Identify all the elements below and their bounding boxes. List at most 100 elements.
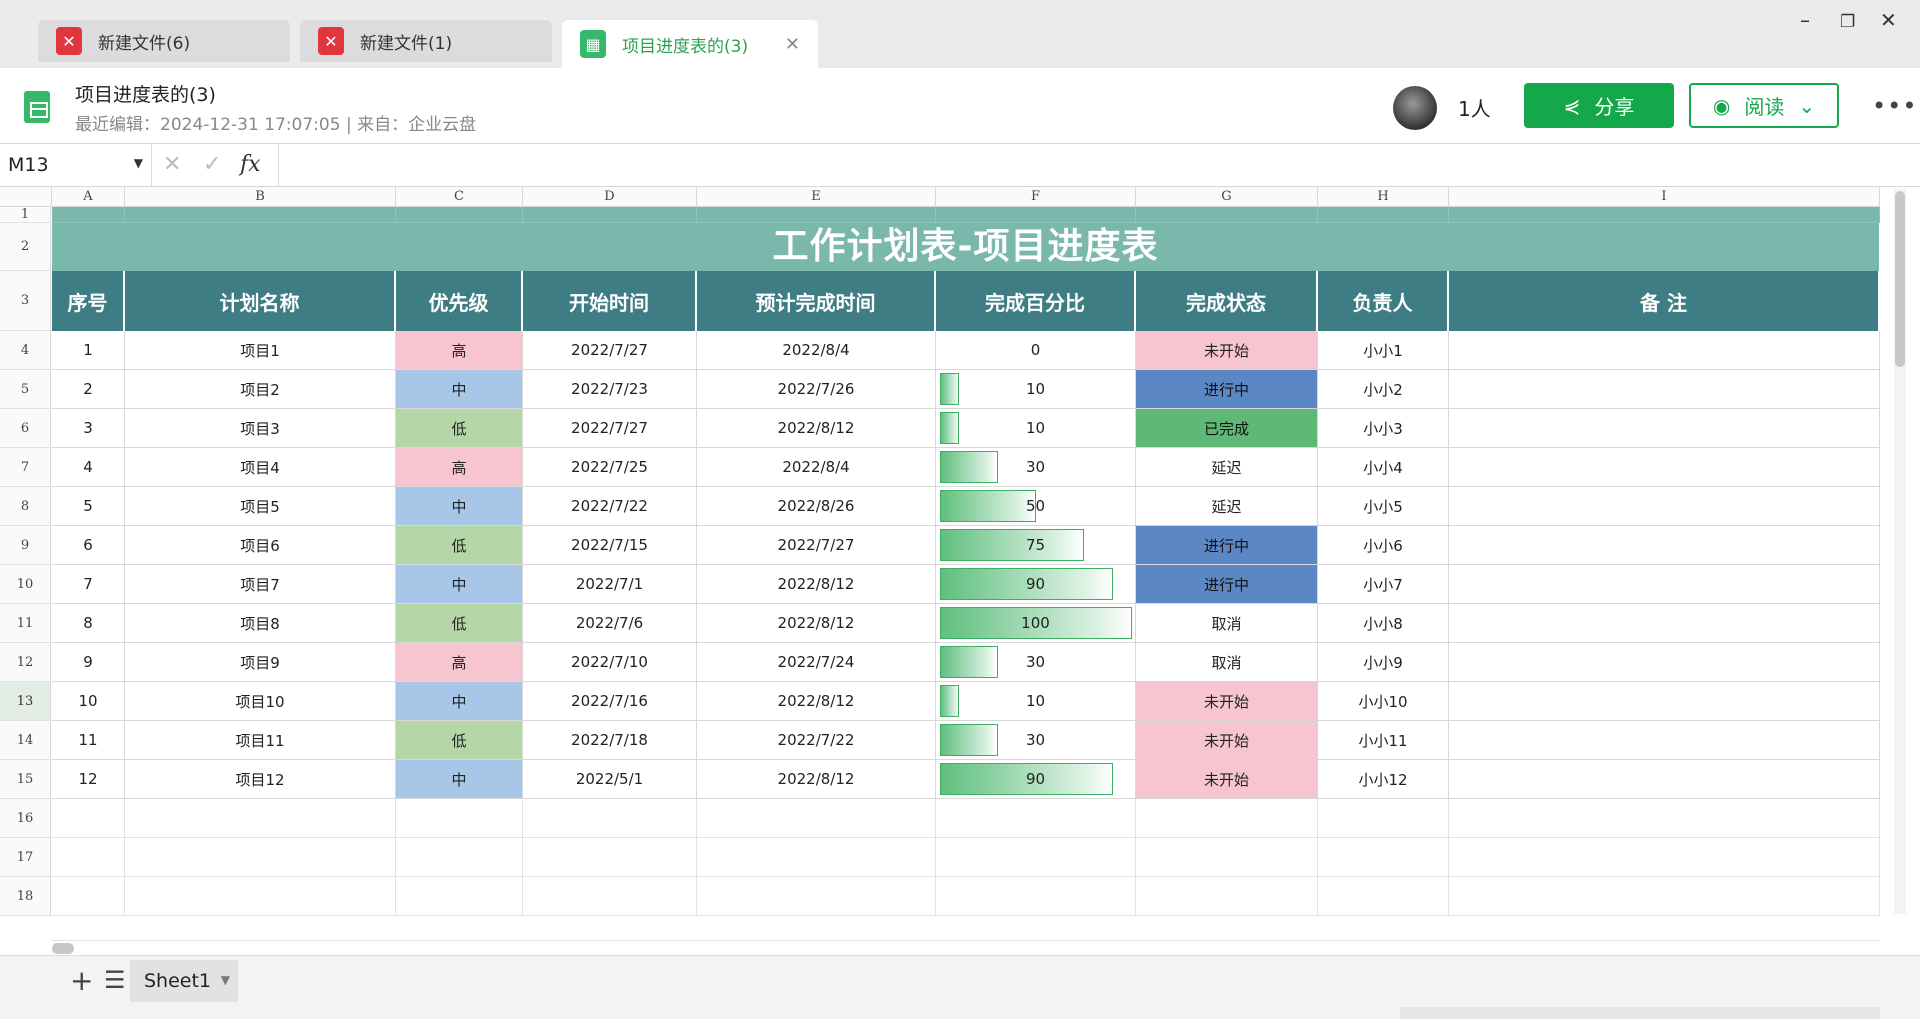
table-cell-start[interactable]: 2022/7/27 [523, 331, 697, 370]
table-cell-priority[interactable]: 中 [396, 370, 523, 409]
sheet-list-icon[interactable]: ☰ [104, 966, 126, 994]
table-cell-start[interactable]: 2022/7/18 [523, 721, 697, 760]
cell[interactable] [1449, 207, 1880, 223]
table-cell-end[interactable]: 2022/7/24 [697, 643, 936, 682]
restore-icon[interactable]: ❐ [1840, 12, 1855, 32]
spreadsheet-grid[interactable]: A B C D E F G H I 1 2 3 4 5 6 7 8 9 10 11 12 13 14 15 16 17 18 工作计划… [0, 187, 1880, 955]
tab-file-2[interactable]: ✕ 新建文件(1) [300, 20, 552, 62]
table-cell-priority[interactable]: 低 [396, 409, 523, 448]
cell[interactable] [1449, 838, 1880, 877]
table-cell-no[interactable]: 2 [52, 370, 125, 409]
table-cell-pct[interactable]: 30 [936, 448, 1136, 487]
table-cell-note[interactable] [1449, 526, 1880, 565]
table-cell-owner[interactable]: 小小9 [1318, 643, 1449, 682]
scroll-thumb[interactable] [52, 943, 74, 954]
cell[interactable] [697, 838, 936, 877]
row-header[interactable]: 5 [0, 370, 51, 409]
table-cell-pct[interactable]: 10 [936, 370, 1136, 409]
avatar[interactable] [1393, 86, 1437, 130]
more-icon[interactable]: ••• [1872, 92, 1917, 120]
table-cell-end[interactable]: 2022/8/4 [697, 448, 936, 487]
row-header[interactable]: 8 [0, 487, 51, 526]
table-cell-owner[interactable]: 小小11 [1318, 721, 1449, 760]
table-cell-status[interactable]: 延迟 [1136, 487, 1318, 526]
cell[interactable] [396, 877, 523, 916]
table-cell-pct[interactable]: 10 [936, 409, 1136, 448]
table-cell-no[interactable]: 4 [52, 448, 125, 487]
table-cell-name[interactable]: 项目10 [125, 682, 396, 721]
table-cell-status[interactable]: 取消 [1136, 604, 1318, 643]
column-header[interactable]: D [523, 187, 697, 207]
cell[interactable] [1449, 799, 1880, 838]
table-cell-no[interactable]: 9 [52, 643, 125, 682]
column-title[interactable]: 完成百分比 [936, 271, 1136, 331]
column-header[interactable]: E [697, 187, 936, 207]
table-cell-start[interactable]: 2022/7/22 [523, 487, 697, 526]
chevron-down-icon[interactable]: ▼ [134, 156, 143, 170]
row-header[interactable]: 4 [0, 331, 51, 370]
table-cell-pct[interactable]: 30 [936, 721, 1136, 760]
cell[interactable] [52, 207, 125, 223]
row-header[interactable]: 12 [0, 643, 51, 682]
table-cell-name[interactable]: 项目12 [125, 760, 396, 799]
horizontal-scrollbar[interactable] [52, 940, 1880, 955]
cell[interactable] [1318, 838, 1449, 877]
cell[interactable] [52, 799, 125, 838]
column-header[interactable]: F [936, 187, 1136, 207]
table-cell-note[interactable] [1449, 760, 1880, 799]
table-cell-note[interactable] [1449, 604, 1880, 643]
column-title[interactable]: 预计完成时间 [697, 271, 936, 331]
table-cell-note[interactable] [1449, 643, 1880, 682]
vertical-scrollbar[interactable] [1880, 187, 1920, 955]
cell[interactable] [1449, 877, 1880, 916]
cancel-icon[interactable]: ✕ [163, 152, 181, 177]
table-cell-name[interactable]: 项目9 [125, 643, 396, 682]
table-cell-note[interactable] [1449, 448, 1880, 487]
cell[interactable] [125, 838, 396, 877]
cell[interactable] [523, 207, 697, 223]
row-header[interactable]: 3 [0, 271, 51, 331]
table-cell-owner[interactable]: 小小7 [1318, 565, 1449, 604]
table-cell-note[interactable] [1449, 370, 1880, 409]
row-header[interactable]: 7 [0, 448, 51, 487]
table-cell-start[interactable]: 2022/7/10 [523, 643, 697, 682]
cell[interactable] [125, 877, 396, 916]
cell[interactable] [52, 838, 125, 877]
table-cell-start[interactable]: 2022/5/1 [523, 760, 697, 799]
table-cell-priority[interactable]: 中 [396, 487, 523, 526]
table-cell-end[interactable]: 2022/8/12 [697, 565, 936, 604]
table-cell-note[interactable] [1449, 721, 1880, 760]
cell[interactable] [1318, 877, 1449, 916]
table-cell-start[interactable]: 2022/7/1 [523, 565, 697, 604]
tab-file-1[interactable]: ✕ 新建文件(6) [38, 20, 290, 62]
table-cell-no[interactable]: 10 [52, 682, 125, 721]
column-title[interactable]: 备 注 [1449, 271, 1880, 331]
cell[interactable] [936, 799, 1136, 838]
row-header[interactable]: 14 [0, 721, 51, 760]
row-header[interactable]: 10 [0, 565, 51, 604]
table-cell-name[interactable]: 项目3 [125, 409, 396, 448]
cell[interactable] [1136, 799, 1318, 838]
table-cell-no[interactable]: 5 [52, 487, 125, 526]
column-title[interactable]: 负责人 [1318, 271, 1449, 331]
cell[interactable] [1136, 877, 1318, 916]
table-cell-end[interactable]: 2022/8/26 [697, 487, 936, 526]
table-cell-note[interactable] [1449, 565, 1880, 604]
row-header[interactable]: 17 [0, 838, 51, 877]
column-title[interactable]: 优先级 [396, 271, 523, 331]
table-cell-owner[interactable]: 小小1 [1318, 331, 1449, 370]
table-cell-owner[interactable]: 小小6 [1318, 526, 1449, 565]
close-icon[interactable]: ✕ [785, 34, 800, 55]
column-header[interactable]: H [1318, 187, 1449, 207]
cell[interactable] [936, 877, 1136, 916]
chevron-down-icon[interactable]: ▼ [221, 973, 230, 987]
table-cell-no[interactable]: 11 [52, 721, 125, 760]
window-close-icon[interactable]: ✕ [1880, 8, 1897, 32]
table-cell-pct[interactable]: 50 [936, 487, 1136, 526]
scroll-thumb[interactable] [1895, 191, 1905, 367]
table-cell-status[interactable]: 未开始 [1136, 682, 1318, 721]
function-icon[interactable]: fx [240, 152, 261, 177]
table-cell-name[interactable]: 项目1 [125, 331, 396, 370]
table-cell-owner[interactable]: 小小8 [1318, 604, 1449, 643]
table-cell-status[interactable]: 未开始 [1136, 721, 1318, 760]
